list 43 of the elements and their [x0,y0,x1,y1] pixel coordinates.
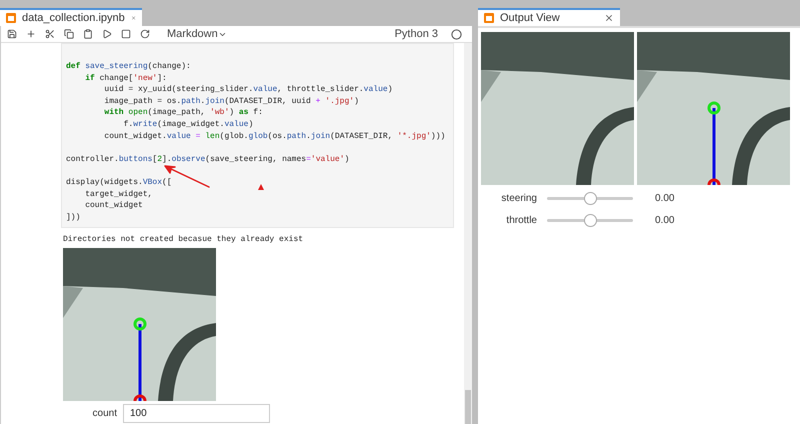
code-line: if change['new']: [84,72,167,84]
close-icon[interactable] [604,13,614,23]
slider-reading: 0.00 [655,214,674,228]
save-icon[interactable] [7,29,17,39]
copy-icon[interactable] [64,29,74,39]
stop-icon[interactable] [121,29,131,39]
code-line: ])) [66,212,80,224]
annotation-arrow [164,165,210,188]
kernel-status-icon [451,28,462,40]
scrollbar[interactable] [464,43,472,424]
slider-label: steering [500,192,537,206]
notebook-icon [484,13,494,23]
code-line: count_widget.value = len(glob.glob(os.path.join(DATASET_DIR, '*.jpg'))) [103,130,446,142]
triangle-marker [258,184,264,190]
code-line: target_widget, [84,188,152,200]
tab-title: Output View [500,10,561,26]
slider-thumb[interactable] [584,192,597,204]
slider-thumb[interactable] [584,214,597,226]
code-line: uuid = xy_uuid(steering_slider.value, throttle_slider.value) [103,84,392,96]
code-line: f.write(image_widget.value) [122,118,254,131]
tab-title: data_collection.ipynb [22,10,125,26]
count-label: count [92,407,117,422]
code-line: image_path = os.path.join(DATASET_DIR, uuid + '.jpg') [103,96,359,108]
plus-icon[interactable] [26,29,36,39]
notebook-icon [6,13,16,23]
document-tab[interactable]: Output View [478,8,620,26]
slider-label: throttle [505,214,537,228]
clipboard-icon[interactable] [83,29,93,39]
cell-type-dropdown[interactable]: Markdown [167,26,227,42]
output-message: Directories not created becasue they already exist [62,234,304,246]
refresh-icon[interactable] [140,29,150,39]
code-line: controller.buttons[2].observe(save_steering, names='value') [66,154,350,166]
code-line: count_widget [84,200,143,212]
document-tab[interactable]: data_collection.ipynb [0,8,142,26]
slider-reading: 0.00 [655,192,674,206]
count-field[interactable]: 100 [123,404,270,424]
code-line: def save_steering(change): [66,61,191,73]
code-line: display(widgets.VBox([ [66,176,172,189]
code-line: with open(image_path, 'wb') as f: [103,107,263,119]
code-cell[interactable] [61,43,454,228]
play-icon[interactable] [102,29,112,39]
kernel-name: Python 3 [394,26,438,42]
scissors-icon[interactable] [45,29,55,39]
